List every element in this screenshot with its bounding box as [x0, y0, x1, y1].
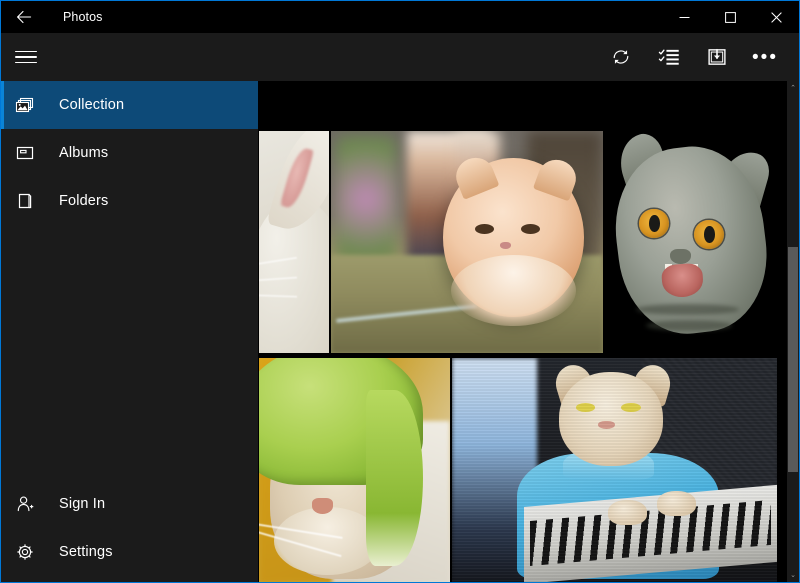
- sidebar-item-folders[interactable]: Folders: [1, 177, 258, 225]
- thumbnail-image: [331, 131, 603, 353]
- minimize-icon: [679, 16, 689, 18]
- sidebar-secondary-nav: Sign In Settings: [1, 480, 258, 582]
- photo-gallery: ⌃ ⌄: [258, 81, 799, 582]
- minimize-button[interactable]: [661, 1, 707, 33]
- thumbnail-image: [452, 358, 777, 582]
- hamburger-icon: [15, 47, 37, 68]
- gallery-toolbar: •••: [258, 33, 799, 81]
- photo-keyboard-cat[interactable]: [452, 358, 777, 582]
- sidebar-item-settings[interactable]: Settings: [1, 528, 258, 576]
- sidebar-item-label: Collection: [59, 97, 125, 113]
- content-area: ••• ⌃ ⌄: [258, 33, 799, 582]
- scroll-up-arrow-icon[interactable]: ⌃: [787, 81, 799, 95]
- photo-ball-cat[interactable]: [331, 131, 603, 353]
- import-button[interactable]: [693, 34, 741, 80]
- hamburger-menu-button[interactable]: [1, 33, 258, 81]
- window-controls: [661, 1, 799, 33]
- thumbnail-image: [259, 131, 329, 353]
- title-bar: Photos: [1, 1, 799, 33]
- sidebar-item-label: Folders: [59, 193, 109, 209]
- window-body: Collection Albums Folders Sign In Settin…: [1, 33, 799, 582]
- more-button[interactable]: •••: [741, 34, 789, 80]
- window-title: Photos: [63, 10, 103, 24]
- photo-row: [259, 131, 777, 353]
- person-add-icon: [1, 494, 49, 514]
- scrollbar-thumb[interactable]: [788, 247, 798, 472]
- gallery-scrollbar[interactable]: ⌃ ⌄: [787, 81, 799, 582]
- scrollbar-track[interactable]: [787, 95, 799, 568]
- sidebar-item-label: Settings: [59, 544, 113, 560]
- scroll-down-arrow-icon[interactable]: ⌄: [787, 568, 799, 582]
- sidebar-item-collection[interactable]: Collection: [1, 81, 258, 129]
- collection-icon: [1, 95, 49, 115]
- albums-icon: [1, 143, 49, 163]
- sidebar-primary-nav: Collection Albums Folders: [1, 81, 258, 225]
- photo-grid: [259, 131, 777, 582]
- sidebar-item-label: Sign In: [59, 496, 106, 512]
- gear-icon: [1, 542, 49, 562]
- thumbnail-image: [259, 358, 450, 582]
- folders-icon: [1, 191, 49, 211]
- photo-row: [259, 358, 777, 582]
- close-icon: [770, 11, 782, 23]
- thumbnail-image: [605, 131, 777, 353]
- sidebar-item-albums[interactable]: Albums: [1, 129, 258, 177]
- refresh-icon: [613, 50, 629, 64]
- maximize-icon: [724, 11, 736, 23]
- back-button[interactable]: [1, 1, 47, 33]
- photo-white-cat[interactable]: [259, 131, 329, 353]
- photo-lime-cat[interactable]: [259, 358, 450, 582]
- photos-app-window: Photos Collection Albums Folders Sign In…: [0, 0, 800, 583]
- sidebar-item-label: Albums: [59, 145, 109, 161]
- select-checklist-icon: [658, 49, 679, 65]
- photo-grey-cat[interactable]: [605, 131, 777, 353]
- sidebar-item-sign-in[interactable]: Sign In: [1, 480, 258, 528]
- import-icon: [708, 48, 726, 65]
- select-button[interactable]: [645, 34, 693, 80]
- refresh-button[interactable]: [597, 34, 645, 80]
- back-arrow-icon: [17, 10, 32, 24]
- navigation-sidebar: Collection Albums Folders Sign In Settin…: [1, 33, 258, 582]
- close-button[interactable]: [753, 1, 799, 33]
- maximize-button[interactable]: [707, 1, 753, 33]
